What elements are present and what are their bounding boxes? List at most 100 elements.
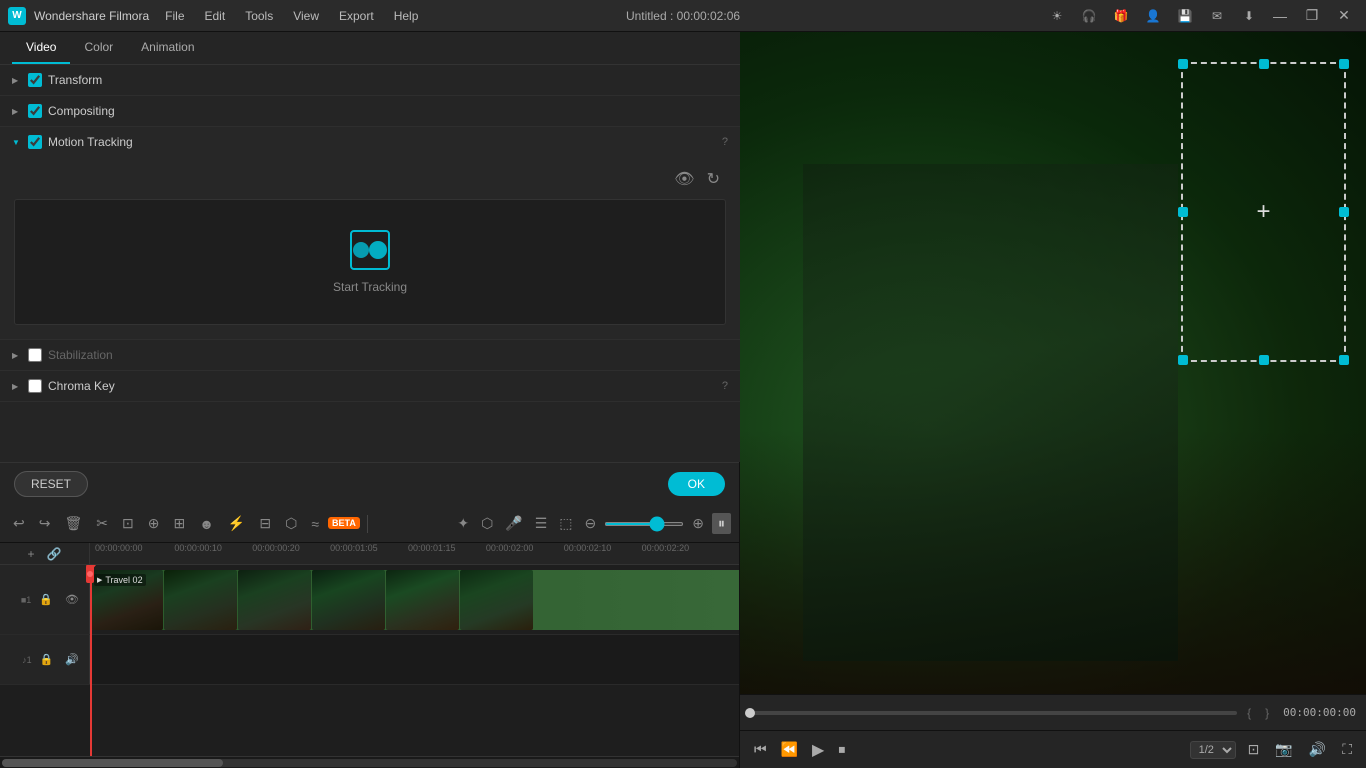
menu-help[interactable]: Help xyxy=(386,7,427,25)
chroma-key-header[interactable]: ▶ Chroma Key ? xyxy=(0,371,740,401)
save-icon[interactable]: 💾 xyxy=(1172,5,1198,27)
motion-tracking-content: 👁 ↻ Start Tracking xyxy=(0,157,740,339)
sticker-button[interactable]: ☻ xyxy=(194,513,219,535)
link-track-button[interactable]: 🔗 xyxy=(43,545,66,563)
chroma-key-checkbox[interactable] xyxy=(28,379,42,393)
voiceover-button[interactable]: 🎤 xyxy=(501,513,526,534)
reset-button[interactable]: RESET xyxy=(14,471,88,497)
playhead-head xyxy=(86,565,94,583)
clip-thumb-4 xyxy=(312,570,385,630)
gift-icon[interactable]: 🎁 xyxy=(1108,5,1134,27)
minimize-button[interactable]: — xyxy=(1266,5,1294,27)
crop-button[interactable]: ⊡ xyxy=(117,512,139,535)
account-icon[interactable]: 👤 xyxy=(1140,5,1166,27)
menu-view[interactable]: View xyxy=(285,7,327,25)
timeline-scrollbar[interactable] xyxy=(0,756,739,768)
play-button[interactable]: ▶ xyxy=(808,738,828,762)
clip-label: ▶ Travel 02 xyxy=(94,574,146,586)
effects-button[interactable]: ✦ xyxy=(453,513,473,534)
pause-all-button[interactable]: ⏸ xyxy=(712,513,731,534)
menu-edit[interactable]: Edit xyxy=(197,7,234,25)
delete-button[interactable]: 🗑 xyxy=(59,512,87,535)
track-lock-button[interactable]: 🔒 xyxy=(35,591,57,608)
tab-video[interactable]: Video xyxy=(12,32,70,64)
audio-track-body[interactable] xyxy=(90,635,739,684)
maximize-button[interactable]: ❐ xyxy=(1298,5,1326,27)
headset-icon[interactable]: 🎧 xyxy=(1076,5,1102,27)
redo-button[interactable]: ↪ xyxy=(34,512,56,535)
close-button[interactable]: ✕ xyxy=(1330,5,1358,27)
sel-handle-rm[interactable] xyxy=(1339,207,1349,217)
mail-icon[interactable]: ✉ xyxy=(1204,5,1230,27)
motion-tracking-checkbox[interactable] xyxy=(28,135,42,149)
menu-file[interactable]: File xyxy=(157,7,192,25)
chroma-key-help[interactable]: ? xyxy=(722,380,728,392)
undo-button[interactable]: ↩ xyxy=(8,512,30,535)
crosshair: + xyxy=(1256,198,1270,226)
audio-lock-button[interactable]: 🔒 xyxy=(36,651,58,668)
zoom-out-clip-button[interactable]: ⊞ xyxy=(168,512,190,535)
timeline-toolbar: ↩ ↪ 🗑 ✂ ⊡ ⊕ ⊞ ☻ ⚡ ⊟ ⬡ ≈ BETA ✦ ⬡ 🎤 ☰ ⬚ ⊖… xyxy=(0,505,739,543)
preview-progress[interactable] xyxy=(750,711,1237,715)
compositing-header[interactable]: ▶ Compositing xyxy=(0,96,740,126)
stabilization-header[interactable]: ▶ Stabilization xyxy=(0,340,740,370)
download-icon[interactable]: ⬇ xyxy=(1236,5,1262,27)
speed-button[interactable]: ⚡ xyxy=(223,512,250,535)
sel-handle-br[interactable] xyxy=(1339,355,1349,365)
full-screen-button[interactable]: ⊟ xyxy=(254,512,276,535)
forest-left xyxy=(803,164,1179,661)
subtitle-button[interactable]: ☰ xyxy=(531,513,552,534)
ruler-mark-2: 00:00:00:20 xyxy=(252,543,300,553)
chroma-key-section: ▶ Chroma Key ? xyxy=(0,371,740,402)
compositing-checkbox[interactable] xyxy=(28,104,42,118)
sel-handle-tm[interactable] xyxy=(1259,59,1269,69)
add-track-button[interactable]: + xyxy=(24,545,39,563)
mt-eye-button[interactable]: 👁 xyxy=(672,167,696,191)
compositing-section: ▶ Compositing xyxy=(0,96,740,127)
sel-handle-lm[interactable] xyxy=(1178,207,1188,217)
track-visible-button[interactable]: 👁 xyxy=(61,591,83,608)
scrollbar-track[interactable] xyxy=(2,759,737,767)
settings-button[interactable]: ⛶ xyxy=(1338,739,1356,760)
tab-color[interactable]: Color xyxy=(70,32,127,64)
selection-overlay[interactable]: + xyxy=(1181,62,1346,362)
step-back-button[interactable]: ⏮ xyxy=(750,739,771,760)
screenshot-button[interactable]: 📷 xyxy=(1271,739,1296,760)
quality-select[interactable]: 1/2 xyxy=(1190,741,1236,759)
tab-animation[interactable]: Animation xyxy=(127,32,208,64)
video-track-body[interactable]: ▶ Travel 02 xyxy=(90,565,739,634)
transform-checkbox[interactable] xyxy=(28,73,42,87)
scrollbar-thumb[interactable] xyxy=(2,759,223,767)
zoom-minus-button[interactable]: ⊖ xyxy=(581,513,601,534)
video-clip[interactable]: ▶ Travel 02 xyxy=(90,570,739,630)
zoom-plus-button[interactable]: ⊕ xyxy=(688,513,708,534)
transform-chevron: ▶ xyxy=(12,76,22,85)
frame-back-button[interactable]: ⏪ xyxy=(777,739,802,760)
stop-button[interactable]: ⏹ xyxy=(834,739,849,760)
audio-stretch-button[interactable]: ≈ xyxy=(306,513,324,535)
stabilization-checkbox[interactable] xyxy=(28,348,42,362)
audio-mute-button[interactable]: 🔊 xyxy=(61,651,83,668)
mt-track-icon xyxy=(350,230,390,270)
motion-tracking-help[interactable]: ? xyxy=(722,136,728,148)
zoom-clip-button[interactable]: ⊕ xyxy=(143,512,165,535)
mask-button[interactable]: ⬡ xyxy=(477,513,497,534)
menu-export[interactable]: Export xyxy=(331,7,382,25)
transform-header[interactable]: ▶ Transform xyxy=(0,65,740,95)
zoom-slider[interactable] xyxy=(604,522,684,526)
fullscreen-button[interactable]: ⊡ xyxy=(1244,739,1264,760)
color-button[interactable]: ⬡ xyxy=(280,512,302,535)
volume-button[interactable]: 🔊 xyxy=(1305,739,1330,760)
sel-handle-tl[interactable] xyxy=(1178,59,1188,69)
replace-button[interactable]: ⬚ xyxy=(555,513,576,534)
sel-handle-bl[interactable] xyxy=(1178,355,1188,365)
sel-handle-tr[interactable] xyxy=(1339,59,1349,69)
notification-icon[interactable]: ☀ xyxy=(1044,5,1070,27)
cut-button[interactable]: ✂ xyxy=(91,512,113,535)
motion-tracking-header[interactable]: ▼ Motion Tracking ? xyxy=(0,127,740,157)
mt-reset-button[interactable]: ↻ xyxy=(705,167,722,191)
sel-handle-bm[interactable] xyxy=(1259,355,1269,365)
ok-button[interactable]: OK xyxy=(668,472,725,496)
progress-handle[interactable] xyxy=(745,708,755,718)
menu-tools[interactable]: Tools xyxy=(237,7,281,25)
